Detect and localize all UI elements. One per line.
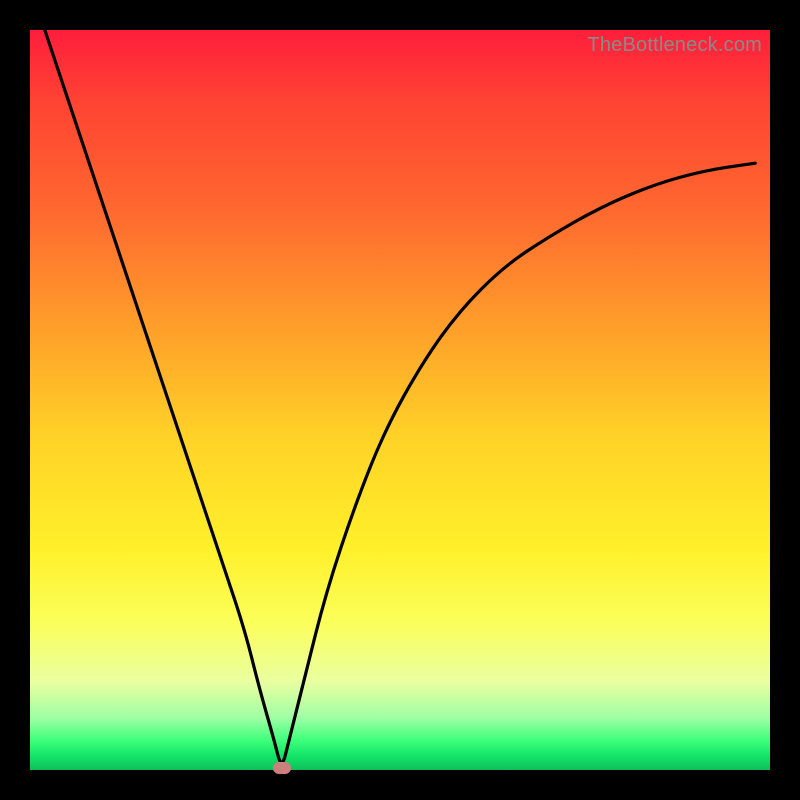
bottleneck-curve xyxy=(30,30,770,770)
min-marker xyxy=(273,762,291,774)
plot-area: TheBottleneck.com xyxy=(30,30,770,770)
chart-frame: TheBottleneck.com xyxy=(0,0,800,800)
curve-path xyxy=(45,30,755,763)
